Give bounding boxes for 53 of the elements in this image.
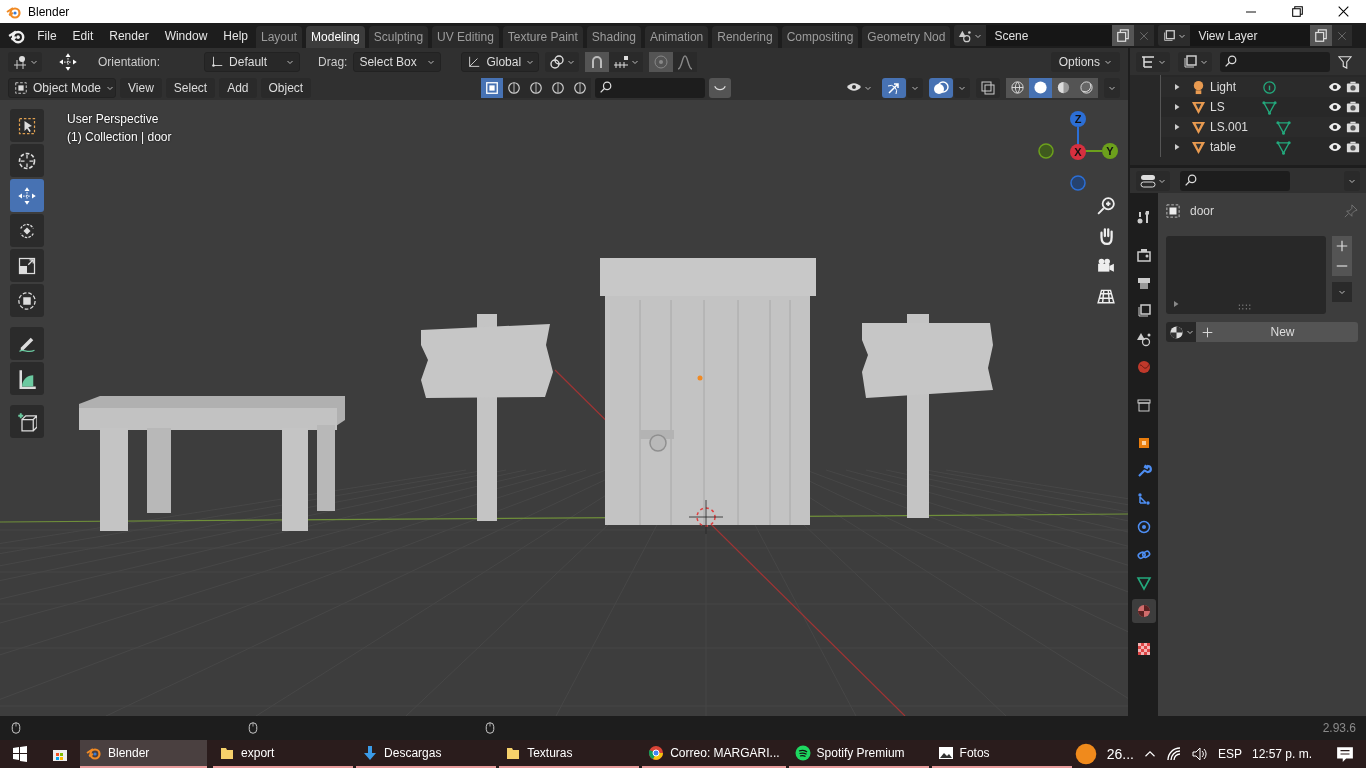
workspace-tab[interactable]: Texture Paint — [502, 26, 583, 48]
taskbar-app[interactable]: Blender — [80, 740, 208, 768]
taskbar-app[interactable]: Correo: MARGARI... — [642, 740, 786, 768]
object-name: Light — [1210, 80, 1238, 94]
object-name: LS.001 — [1210, 120, 1250, 134]
taskbar-app[interactable]: Fotos — [931, 740, 1072, 768]
window-title: Blender — [28, 4, 70, 19]
view-layer-field[interactable]: View Layer — [1190, 25, 1311, 46]
workspace-tab[interactable]: UV Editing — [432, 26, 499, 48]
outliner-row[interactable]: LS — [1161, 97, 1366, 117]
menu-item[interactable]: Render — [101, 25, 157, 46]
active-object-path: (1) Collection | door — [67, 129, 172, 146]
menu-item[interactable]: Edit — [64, 25, 102, 46]
object-name: table — [1210, 140, 1238, 154]
drag-dropdown[interactable]: Select Box — [353, 51, 442, 72]
taskbar-app[interactable]: Texturas — [499, 740, 640, 768]
object-name: door — [1190, 204, 1215, 218]
taskbar-app[interactable]: export — [213, 740, 354, 768]
taskbar-app[interactable]: Descargas — [356, 740, 497, 768]
workspace-tab[interactable]: Modeling — [306, 26, 365, 48]
axis-handle[interactable]: X — [1070, 144, 1086, 160]
workspace-tab[interactable]: Sculpting — [368, 26, 429, 48]
transform-orientation-dropdown[interactable]: Global — [461, 51, 540, 72]
new-material-button[interactable]: New — [1196, 322, 1358, 342]
menu-item[interactable]: File — [29, 25, 65, 46]
menu-item[interactable]: Help — [215, 25, 256, 46]
outliner-row[interactable]: table — [1161, 137, 1366, 157]
menu-item[interactable]: Object — [260, 77, 312, 98]
version-label: 2.93.6 — [1322, 721, 1356, 735]
orientation-label: Orientation: — [98, 54, 161, 69]
menu-item[interactable]: Window — [156, 25, 216, 46]
menu-item[interactable]: Add — [219, 77, 257, 98]
mode-dropdown[interactable]: Object Mode — [8, 77, 116, 98]
workspace-tab[interactable]: Layout — [256, 26, 303, 48]
view-name: User Perspective — [67, 111, 159, 128]
options-dropdown[interactable]: Options — [1050, 51, 1120, 72]
menu-item[interactable]: View — [120, 77, 162, 98]
drag-label: Drag: — [318, 54, 348, 69]
workspace-tab[interactable]: Geometry Nod — [862, 26, 951, 48]
language-indicator[interactable]: ESP — [1217, 747, 1242, 761]
object-name: LS — [1210, 100, 1226, 114]
workspace-tab[interactable]: Rendering — [712, 26, 778, 48]
workspace-tab[interactable]: Shading — [586, 26, 641, 48]
taskbar-app[interactable]: Spotify Premium — [788, 740, 929, 768]
clock[interactable]: 12:57 p. m. — [1251, 747, 1312, 761]
workspace-tab[interactable]: Animation — [644, 26, 709, 48]
orientation-dropdown[interactable]: Default — [204, 51, 301, 72]
workspace-tab[interactable]: Compositing — [781, 26, 859, 48]
axis-handle[interactable]: Y — [1102, 143, 1118, 159]
axis-handle[interactable]: Z — [1070, 111, 1086, 127]
scene-field[interactable]: Scene — [986, 25, 1113, 46]
weather-text[interactable]: 26... — [1106, 746, 1134, 762]
menu-item[interactable]: Select — [165, 77, 216, 98]
